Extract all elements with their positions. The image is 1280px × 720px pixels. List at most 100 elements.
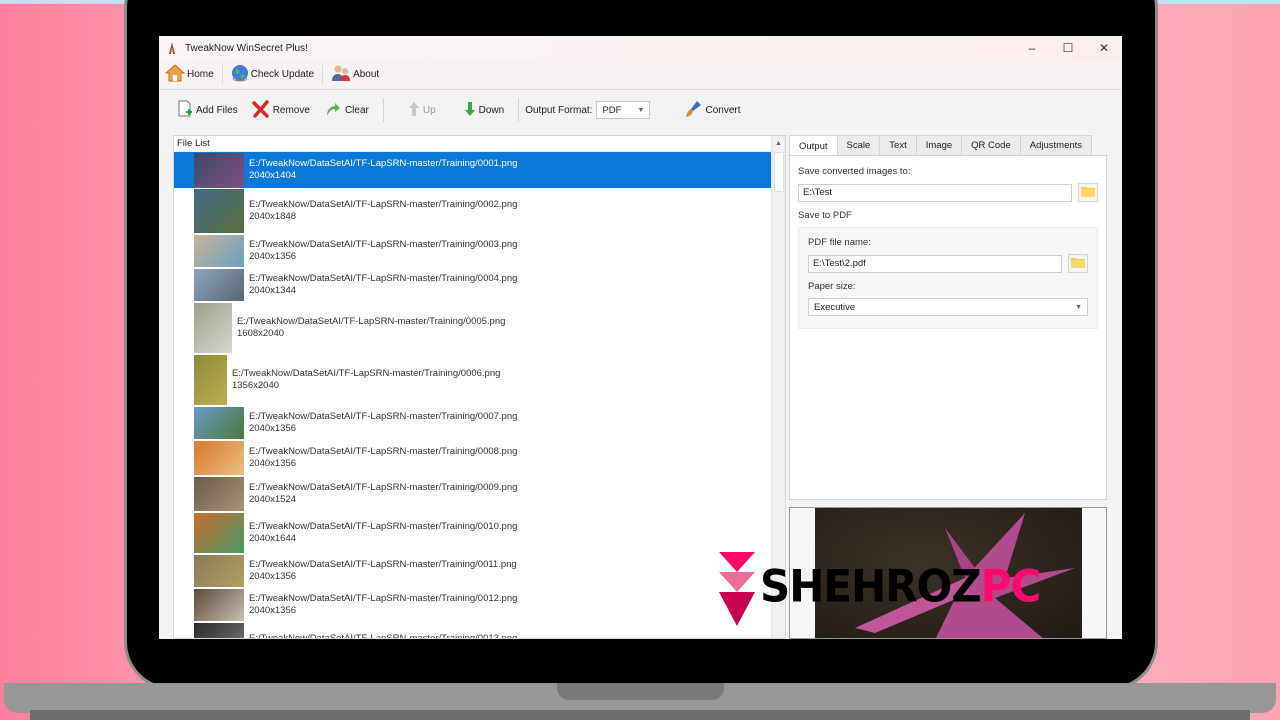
file-dimensions: 2040x1404 [249, 170, 297, 181]
save-to-pdf-label: Save to PDF [798, 210, 852, 221]
toolbar-separator [518, 98, 520, 122]
pdf-name-label: PDF file name: [808, 237, 871, 248]
file-list-item[interactable]: E:/TweakNow/DataSetAI/TF-LapSRN-master/T… [174, 302, 771, 354]
menu-home[interactable]: Home [164, 64, 214, 85]
globe-icon [231, 64, 249, 85]
up-button[interactable]: Up [408, 101, 436, 120]
file-dimensions: 2040x1356 [249, 251, 297, 262]
watermark-main: SHEHROZ [760, 560, 982, 613]
file-path: E:/TweakNow/DataSetAI/TF-LapSRN-master/T… [249, 273, 518, 284]
output-format-label: Output Format: [525, 104, 593, 116]
paper-size-value: Executive [814, 301, 856, 313]
file-thumbnail [194, 589, 244, 621]
down-button[interactable]: Down [464, 101, 504, 120]
menu-check-update[interactable]: Check Update [231, 64, 314, 85]
chevron-down-icon: ▼ [637, 106, 645, 114]
convert-label: Convert [705, 104, 741, 116]
tab-scale[interactable]: Scale [836, 135, 881, 155]
tab-output[interactable]: Output [789, 135, 838, 156]
clear-button[interactable]: Clear [324, 100, 369, 121]
file-list-item[interactable]: E:/TweakNow/DataSetAI/TF-LapSRN-master/T… [174, 622, 771, 639]
file-path: E:/TweakNow/DataSetAI/TF-LapSRN-master/T… [249, 446, 518, 457]
paper-size-select[interactable]: Executive ▼ [808, 298, 1088, 316]
file-list: E:/TweakNow/DataSetAI/TF-LapSRN-master/T… [174, 152, 771, 639]
file-thumbnail [194, 303, 232, 353]
laptop-base-shadow [30, 710, 1250, 720]
scroll-up-arrow-icon[interactable]: ▲ [772, 136, 785, 150]
clear-arrow-icon [324, 100, 342, 121]
browse-pdf-button[interactable] [1068, 254, 1088, 273]
minimize-button[interactable]: – [1014, 36, 1050, 60]
file-dimensions: 2040x1848 [249, 211, 297, 222]
file-thumbnail [194, 235, 244, 267]
file-list-item[interactable]: E:/TweakNow/DataSetAI/TF-LapSRN-master/T… [174, 406, 771, 440]
file-dimensions: 2040x1356 [249, 571, 297, 582]
file-thumbnail [194, 441, 244, 475]
file-path: E:/TweakNow/DataSetAI/TF-LapSRN-master/T… [249, 411, 518, 422]
file-path: E:/TweakNow/DataSetAI/TF-LapSRN-master/T… [232, 368, 501, 379]
folder-icon [1071, 257, 1085, 271]
window-title: TweakNow WinSecret Plus! [185, 42, 308, 54]
laptop-notch [557, 683, 724, 700]
file-path: E:/TweakNow/DataSetAI/TF-LapSRN-master/T… [237, 316, 506, 327]
file-list-header: File List [174, 136, 785, 152]
file-path: E:/TweakNow/DataSetAI/TF-LapSRN-master/T… [249, 593, 518, 604]
app-logo-icon [167, 42, 177, 55]
file-thumbnail [194, 153, 244, 187]
watermark-triangles-icon [719, 552, 755, 626]
file-thumbnail [194, 555, 244, 587]
file-path: E:/TweakNow/DataSetAI/TF-LapSRN-master/T… [249, 158, 518, 169]
folder-icon [1081, 186, 1095, 200]
file-list-item[interactable]: E:/TweakNow/DataSetAI/TF-LapSRN-master/T… [174, 268, 771, 302]
toolbar-separator [382, 98, 384, 122]
file-dimensions: 1608x2040 [237, 328, 285, 339]
file-list-item[interactable]: E:/TweakNow/DataSetAI/TF-LapSRN-master/T… [174, 234, 771, 268]
file-path: E:/TweakNow/DataSetAI/TF-LapSRN-master/T… [249, 559, 517, 570]
remove-button[interactable]: Remove [251, 99, 310, 121]
file-list-item[interactable]: E:/TweakNow/DataSetAI/TF-LapSRN-master/T… [174, 512, 771, 554]
browse-folder-button[interactable] [1078, 183, 1098, 202]
scroll-thumb[interactable] [774, 152, 784, 192]
add-files-button[interactable]: Add Files [177, 100, 238, 121]
menu-bar: Home Check Update About [159, 60, 1122, 90]
file-path: E:/TweakNow/DataSetAI/TF-LapSRN-master/T… [249, 633, 518, 639]
convert-brush-icon [684, 100, 702, 121]
file-path: E:/TweakNow/DataSetAI/TF-LapSRN-master/T… [249, 199, 518, 210]
toolbar: Add Files Remove Clear Up Down Output Fo… [159, 90, 1122, 130]
convert-button[interactable]: Convert [684, 100, 740, 121]
file-list-item[interactable]: E:/TweakNow/DataSetAI/TF-LapSRN-master/T… [174, 152, 771, 188]
file-list-item[interactable]: E:/TweakNow/DataSetAI/TF-LapSRN-master/T… [174, 476, 771, 512]
tab-text[interactable]: Text [879, 135, 917, 155]
save-to-input[interactable] [798, 183, 1072, 202]
file-dimensions: 1356x2040 [232, 380, 280, 391]
tab-qr-code[interactable]: QR Code [961, 135, 1021, 155]
tab-image[interactable]: Image [915, 135, 963, 155]
menu-separator [322, 64, 324, 85]
file-list-item[interactable]: E:/TweakNow/DataSetAI/TF-LapSRN-master/T… [174, 554, 771, 588]
menu-about-label: About [353, 69, 380, 80]
file-thumbnail [194, 407, 244, 439]
tab-adjustments[interactable]: Adjustments [1019, 135, 1093, 155]
file-list-item[interactable]: E:/TweakNow/DataSetAI/TF-LapSRN-master/T… [174, 188, 771, 234]
watermark-text: SHEHROZPC [760, 560, 1041, 613]
remove-x-icon [251, 99, 270, 121]
app-window: TweakNow WinSecret Plus! – ☐ ✕ Home Chec… [159, 36, 1122, 639]
file-thumbnail [194, 623, 244, 638]
menu-about[interactable]: About [331, 64, 379, 85]
output-tab-content: Save converted images to: Save to PDF PD… [789, 155, 1107, 500]
close-button[interactable]: ✕ [1086, 36, 1122, 60]
add-file-icon [177, 100, 193, 121]
watermark-logo: SHEHROZPC [716, 552, 1120, 628]
file-dimensions: 2040x1356 [249, 423, 297, 434]
output-format-select[interactable]: PDF ▼ [596, 101, 651, 119]
file-list-item[interactable]: E:/TweakNow/DataSetAI/TF-LapSRN-master/T… [174, 354, 771, 406]
maximize-button[interactable]: ☐ [1050, 36, 1086, 60]
file-list-item[interactable]: E:/TweakNow/DataSetAI/TF-LapSRN-master/T… [174, 588, 771, 622]
home-icon [164, 64, 186, 85]
file-list-item[interactable]: E:/TweakNow/DataSetAI/TF-LapSRN-master/T… [174, 440, 771, 476]
up-label: Up [422, 104, 436, 116]
save-to-label: Save converted images to: [798, 166, 911, 177]
paper-size-label: Paper size: [808, 281, 856, 292]
file-dimensions: 2040x1356 [249, 458, 297, 469]
pdf-name-input[interactable] [808, 254, 1062, 273]
